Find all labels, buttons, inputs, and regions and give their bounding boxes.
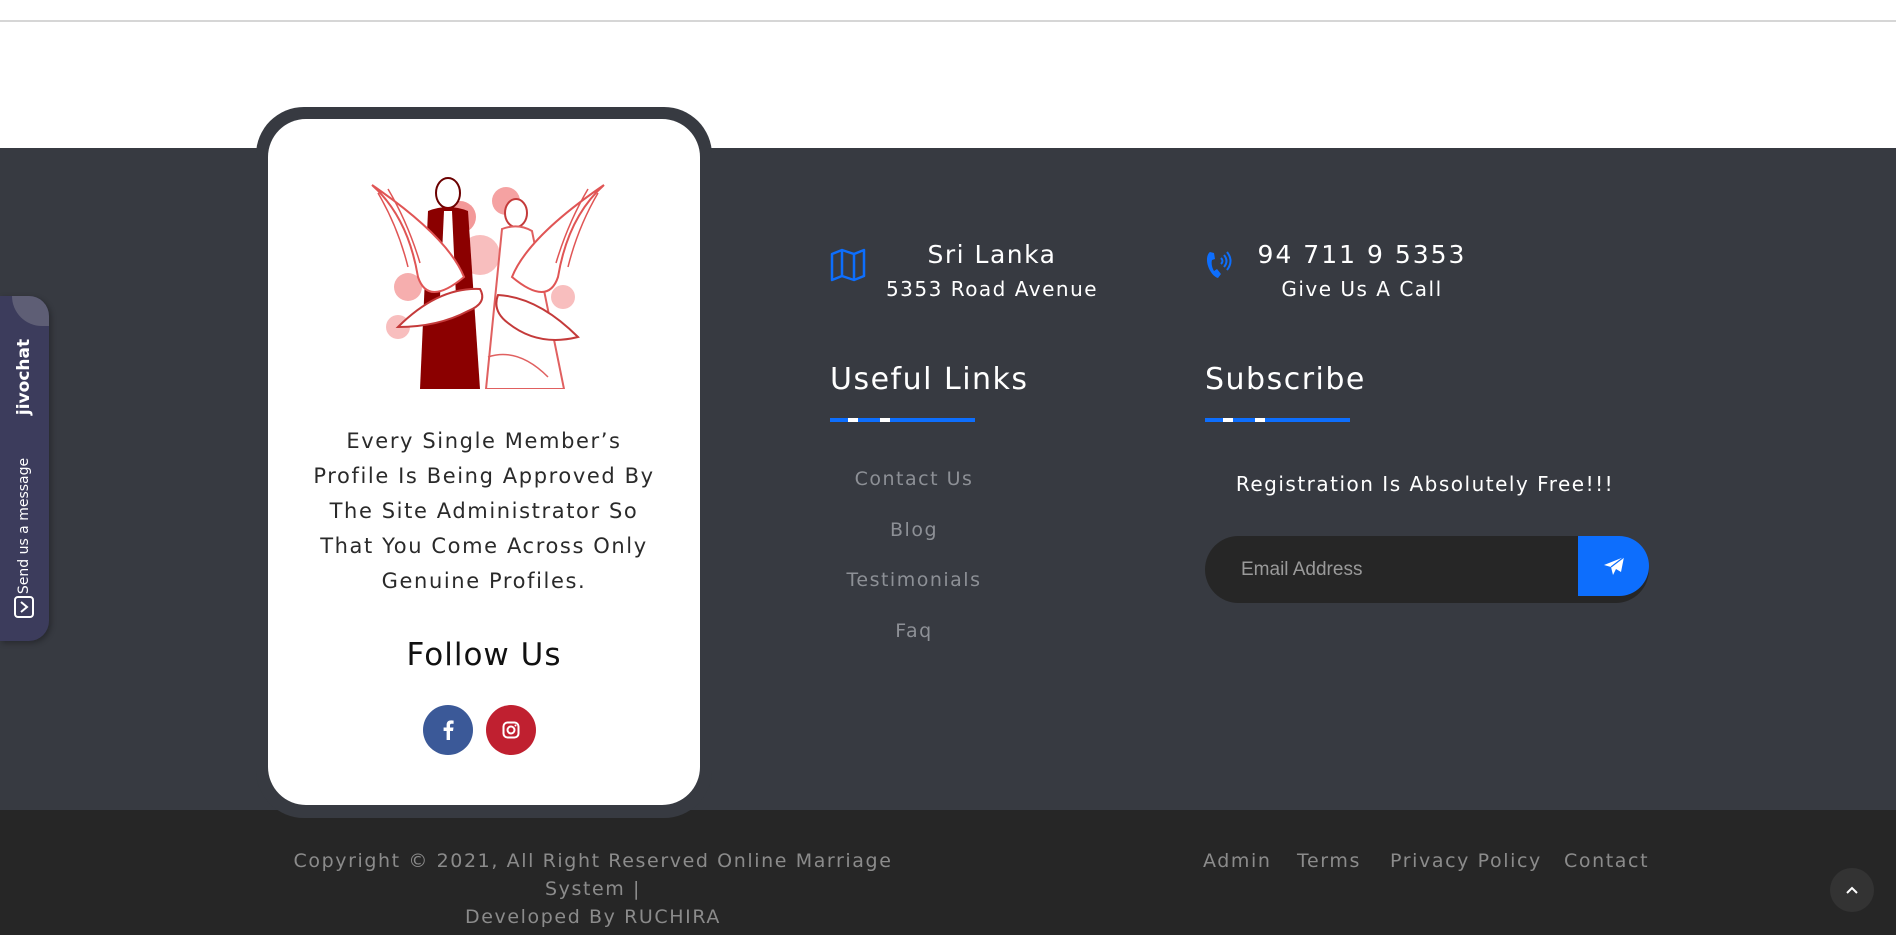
location-address: 5353 Road Avenue xyxy=(885,277,1099,301)
chat-widget-brand: jivochat xyxy=(14,338,35,416)
location-title: Sri Lanka xyxy=(927,240,1057,269)
subscribe-tagline: Registration Is Absolutely Free!!! xyxy=(1235,472,1615,496)
chat-widget-tab[interactable]: jivochat Send us a message xyxy=(0,296,49,641)
follow-us-heading: Follow Us xyxy=(406,637,562,673)
footer-link-blog[interactable]: Blog xyxy=(830,519,998,541)
divider xyxy=(0,20,1896,22)
copyright-text: Copyright © 2021, All Right Reserved Onl… xyxy=(268,847,918,931)
paper-plane-icon xyxy=(1603,556,1624,575)
useful-links-underline xyxy=(830,418,975,422)
bottom-link-contact[interactable]: Contact xyxy=(1564,847,1649,875)
instagram-icon xyxy=(502,721,520,739)
subscribe-button[interactable] xyxy=(1578,536,1649,596)
facebook-icon xyxy=(443,720,454,740)
subscribe-heading: Subscribe xyxy=(1205,362,1366,397)
email-input[interactable] xyxy=(1241,536,1561,603)
chat-bubble-icon xyxy=(14,596,34,618)
footer-link-contact-us[interactable]: Contact Us xyxy=(830,468,998,490)
useful-links-heading: Useful Links xyxy=(830,362,1029,397)
phone-icon xyxy=(1206,251,1232,278)
bottom-link-terms[interactable]: Terms xyxy=(1297,847,1361,875)
footer-link-testimonials[interactable]: Testimonials xyxy=(830,569,998,591)
subscribe-form xyxy=(1205,536,1649,603)
bottom-link-privacy-policy[interactable]: Privacy Policy xyxy=(1390,847,1542,875)
about-description: Every Single Member’s Profile Is Being A… xyxy=(313,429,655,593)
about-card: Every Single Member’s Profile Is Being A… xyxy=(268,119,700,805)
copyright-line: Copyright © 2021, All Right Reserved Onl… xyxy=(293,850,893,900)
instagram-button[interactable] xyxy=(486,705,536,755)
developer-credit: Developed By RUCHIRA xyxy=(464,906,722,928)
wedding-couple-doves-logo xyxy=(368,177,608,390)
subscribe-underline xyxy=(1205,418,1350,422)
footer-link-faq[interactable]: Faq xyxy=(830,620,998,642)
chevron-up-icon xyxy=(1846,886,1858,894)
bottom-link-admin[interactable]: Admin xyxy=(1203,847,1272,875)
phone-number[interactable]: 94 711 9 5353 xyxy=(1240,240,1484,269)
phone-caption: Give Us A Call xyxy=(1281,277,1443,301)
map-icon xyxy=(830,248,866,282)
chat-widget-message: Send us a message xyxy=(16,457,32,595)
facebook-button[interactable] xyxy=(423,705,473,755)
scroll-to-top-button[interactable] xyxy=(1830,868,1874,912)
page: Every Single Member’s Profile Is Being A… xyxy=(0,0,1896,935)
